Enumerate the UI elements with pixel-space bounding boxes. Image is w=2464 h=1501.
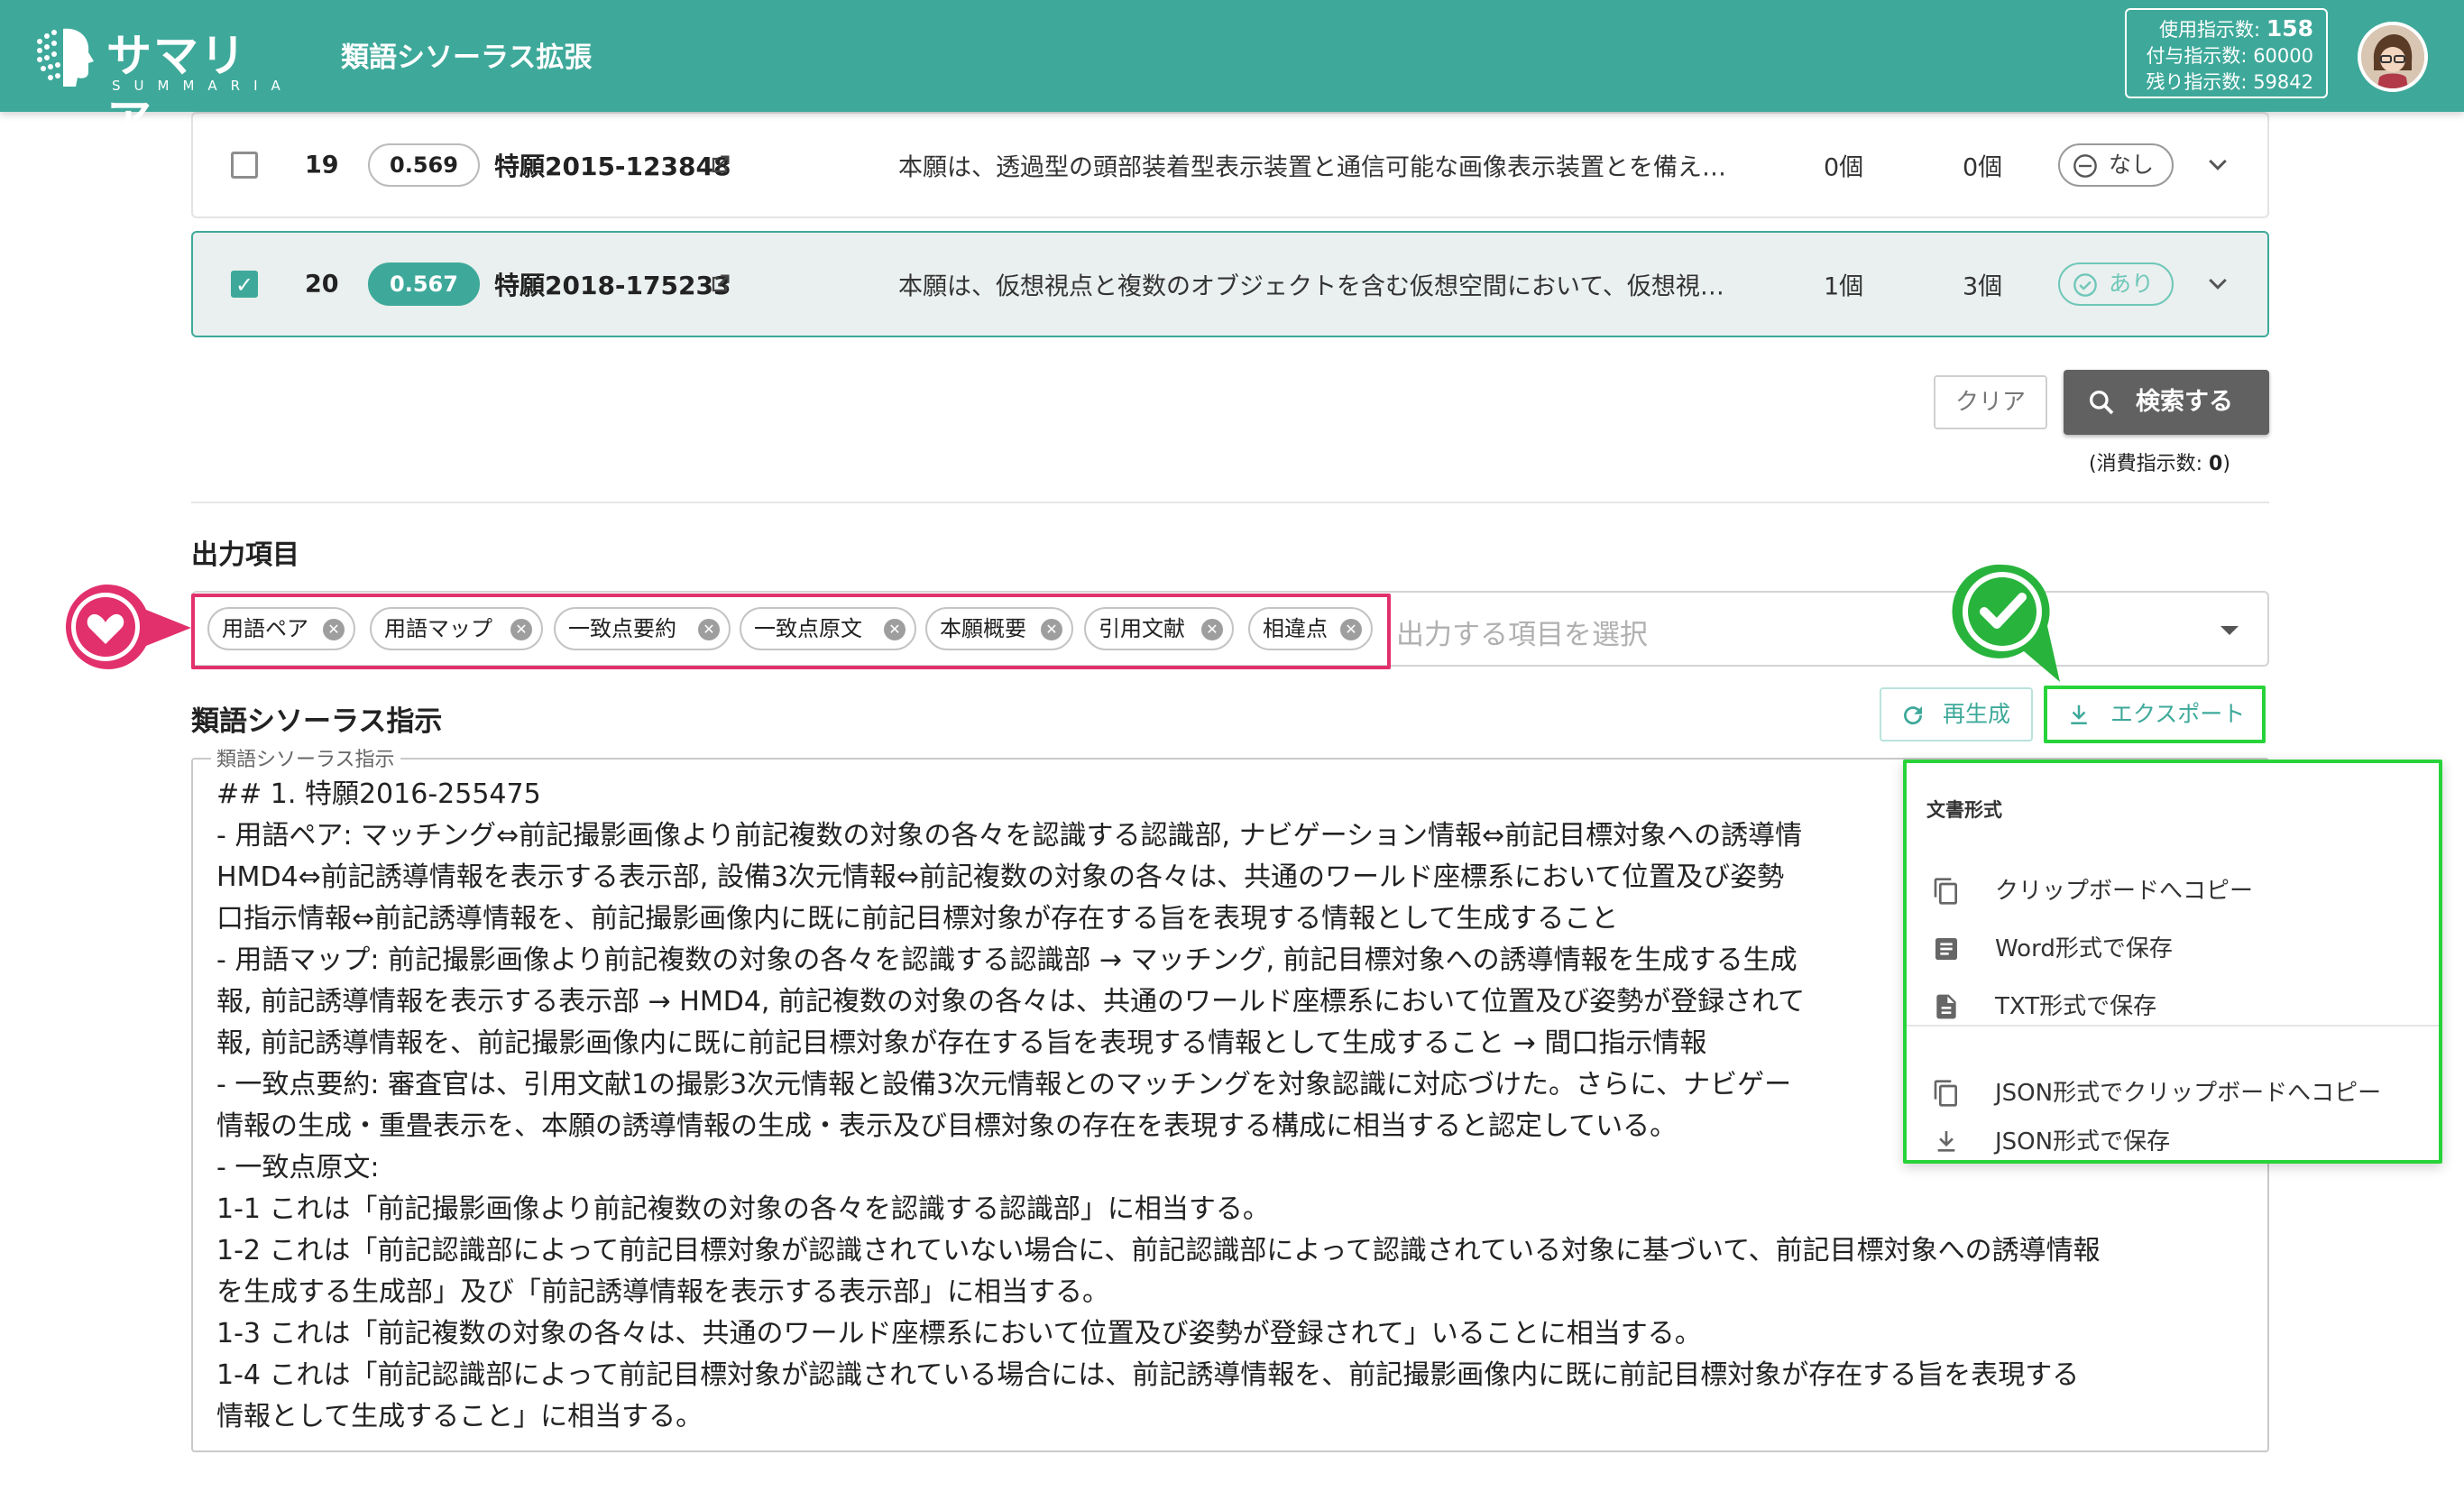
menu-item-save-json[interactable]: JSON形式で保存 <box>1907 1124 2439 1160</box>
external-link-icon[interactable] <box>707 152 732 178</box>
remove-icon[interactable]: ✕ <box>884 619 906 640</box>
download-icon <box>1937 1131 1955 1152</box>
output-chip[interactable]: 引用文献 ✕ <box>1084 607 1234 650</box>
row-number: 20 <box>305 270 339 299</box>
similarity-score: 0.569 <box>368 143 480 187</box>
output-chip[interactable]: 用語ペア ✕ <box>207 607 355 650</box>
result-row[interactable]: 19 0.569 特願2015-123848 本願は、透過型の頭部装着型表示装置… <box>191 112 2269 218</box>
check-circle-icon <box>2073 273 2097 297</box>
status-badge: なし <box>2058 143 2174 187</box>
quota-used: 使用指示数: 158 <box>2159 15 2313 41</box>
export-menu: 文書形式 クリップボードへコピー Word形式で保存 TXT形式で保存 JSON… <box>1903 760 2442 1164</box>
quota-panel: 使用指示数: 158 付与指示数: 60000 残り指示数: 59842 <box>2125 8 2328 98</box>
external-link-icon[interactable] <box>707 272 732 297</box>
search-button[interactable]: 検索する <box>2064 370 2269 435</box>
logo-subtext: SUMMARIA <box>112 78 294 94</box>
summaria-logo[interactable]: サマリア SUMMARIA <box>31 20 294 147</box>
remove-icon[interactable]: ✕ <box>323 619 345 640</box>
menu-section-header: 文書形式 <box>1926 799 2002 821</box>
content-line: 1-1 これは「前記撮影画像より前記複数の対象の各々を認識する認識部」に相当する… <box>216 1193 1270 1225</box>
row-count-1: 0個 <box>1824 153 1864 182</box>
row-checkbox[interactable]: ✓ <box>231 271 258 298</box>
search-icon <box>2090 391 2114 415</box>
quota-remaining: 残り指示数: 59842 <box>2146 71 2313 93</box>
textarea-label: 類語シソーラス指示 <box>211 743 400 772</box>
copy-icon <box>1934 878 1957 905</box>
remove-icon[interactable]: ✕ <box>510 619 532 640</box>
heart-marker-icon <box>66 584 191 669</box>
result-row[interactable]: ✓ 20 0.567 特願2018-175233 本願は、仮想視点と複数のオブジ… <box>191 231 2269 337</box>
row-count-1: 1個 <box>1824 272 1864 301</box>
remove-icon[interactable]: ✕ <box>698 619 720 640</box>
similarity-score: 0.567 <box>368 262 480 306</box>
remove-icon[interactable]: ✕ <box>1340 619 1362 640</box>
thesaurus-section-title: 類語シソーラス指示 <box>191 705 443 738</box>
user-avatar[interactable] <box>2358 22 2428 92</box>
chevron-down-icon[interactable] <box>2204 152 2231 179</box>
output-chip[interactable]: 一致点原文 ✕ <box>740 607 916 650</box>
row-description: 本願は、仮想視点と複数のオブジェクトを含む仮想空間において、仮想視… <box>898 272 1724 301</box>
refresh-icon <box>1904 706 1923 725</box>
content-line: 1-3 これは「前記複数の対象の各々は、共通のワールド座標系において位置及び姿勢… <box>216 1318 1702 1349</box>
output-chip[interactable]: 本願概要 ✕ <box>925 607 1073 650</box>
copy-icon <box>1934 1080 1957 1107</box>
consume-count: (消費指示数: 0) <box>2089 453 2230 475</box>
output-section-title: 出力項目 <box>191 539 299 571</box>
download-icon <box>2071 704 2087 724</box>
patent-number: 特願2018-175233 <box>494 271 731 300</box>
content-line: 1-4 これは「前記認識部によって前記目標対象が認識されている場合には、前記誘導… <box>216 1359 2080 1391</box>
patent-number: 特願2015-123848 <box>494 152 731 181</box>
chevron-down-icon[interactable] <box>2204 271 2231 298</box>
logo-head-icon <box>37 28 94 87</box>
menu-item-save-word[interactable]: Word形式で保存 <box>1907 922 2439 976</box>
menu-item-copy-json[interactable]: JSON形式でクリップボードへコピー <box>1907 1066 2439 1120</box>
row-count-2: 3個 <box>1963 272 2003 301</box>
app-title: 類語シソーラス拡張 <box>341 41 593 74</box>
remove-icon[interactable]: ✕ <box>1201 619 1223 640</box>
menu-item-copy-clipboard[interactable]: クリップボードへコピー <box>1907 864 2439 918</box>
output-chip[interactable]: 一致点要約 ✕ <box>554 607 731 650</box>
dropdown-arrow-icon[interactable] <box>2220 626 2239 635</box>
menu-divider <box>1907 1025 2439 1027</box>
row-checkbox[interactable] <box>231 152 258 179</box>
content-line: 情報として生成すること」に相当する。 <box>216 1401 703 1432</box>
output-chip[interactable]: 用語マップ ✕ <box>370 607 543 650</box>
status-badge: あり <box>2058 262 2174 306</box>
check-marker-icon <box>1952 564 2060 682</box>
content-line: を生成する生成部」及び「前記誘導情報を表示する表示部」に相当する。 <box>216 1276 1109 1308</box>
clear-button[interactable]: クリア <box>1934 375 2047 429</box>
text-file-icon <box>1936 994 1956 1019</box>
section-divider <box>191 502 2269 503</box>
output-chip[interactable]: 相違点 ✕ <box>1248 607 1373 650</box>
minus-circle-icon <box>2073 154 2097 178</box>
document-icon <box>1935 938 1957 960</box>
row-count-2: 0個 <box>1963 153 2003 182</box>
select-placeholder: 出力する項目を選択 <box>1396 619 1648 651</box>
regenerate-button[interactable]: 再生成 <box>1880 687 2033 741</box>
remove-icon[interactable]: ✕ <box>1041 619 1062 640</box>
row-number: 19 <box>305 151 339 180</box>
quota-granted: 付与指示数: 60000 <box>2146 45 2313 67</box>
export-button[interactable]: エクスポート <box>2044 686 2266 743</box>
app-header: サマリア SUMMARIA 類語シソーラス拡張 使用指示数: 158 付与指示数… <box>0 0 2464 147</box>
content-line: 1-2 これは「前記認識部によって前記目標対象が認識されていない場合に、前記認識… <box>216 1235 2101 1266</box>
avatar-icon <box>2361 25 2424 88</box>
row-description: 本願は、透過型の頭部装着型表示装置と通信可能な画像表示装置とを備え… <box>898 153 1726 182</box>
